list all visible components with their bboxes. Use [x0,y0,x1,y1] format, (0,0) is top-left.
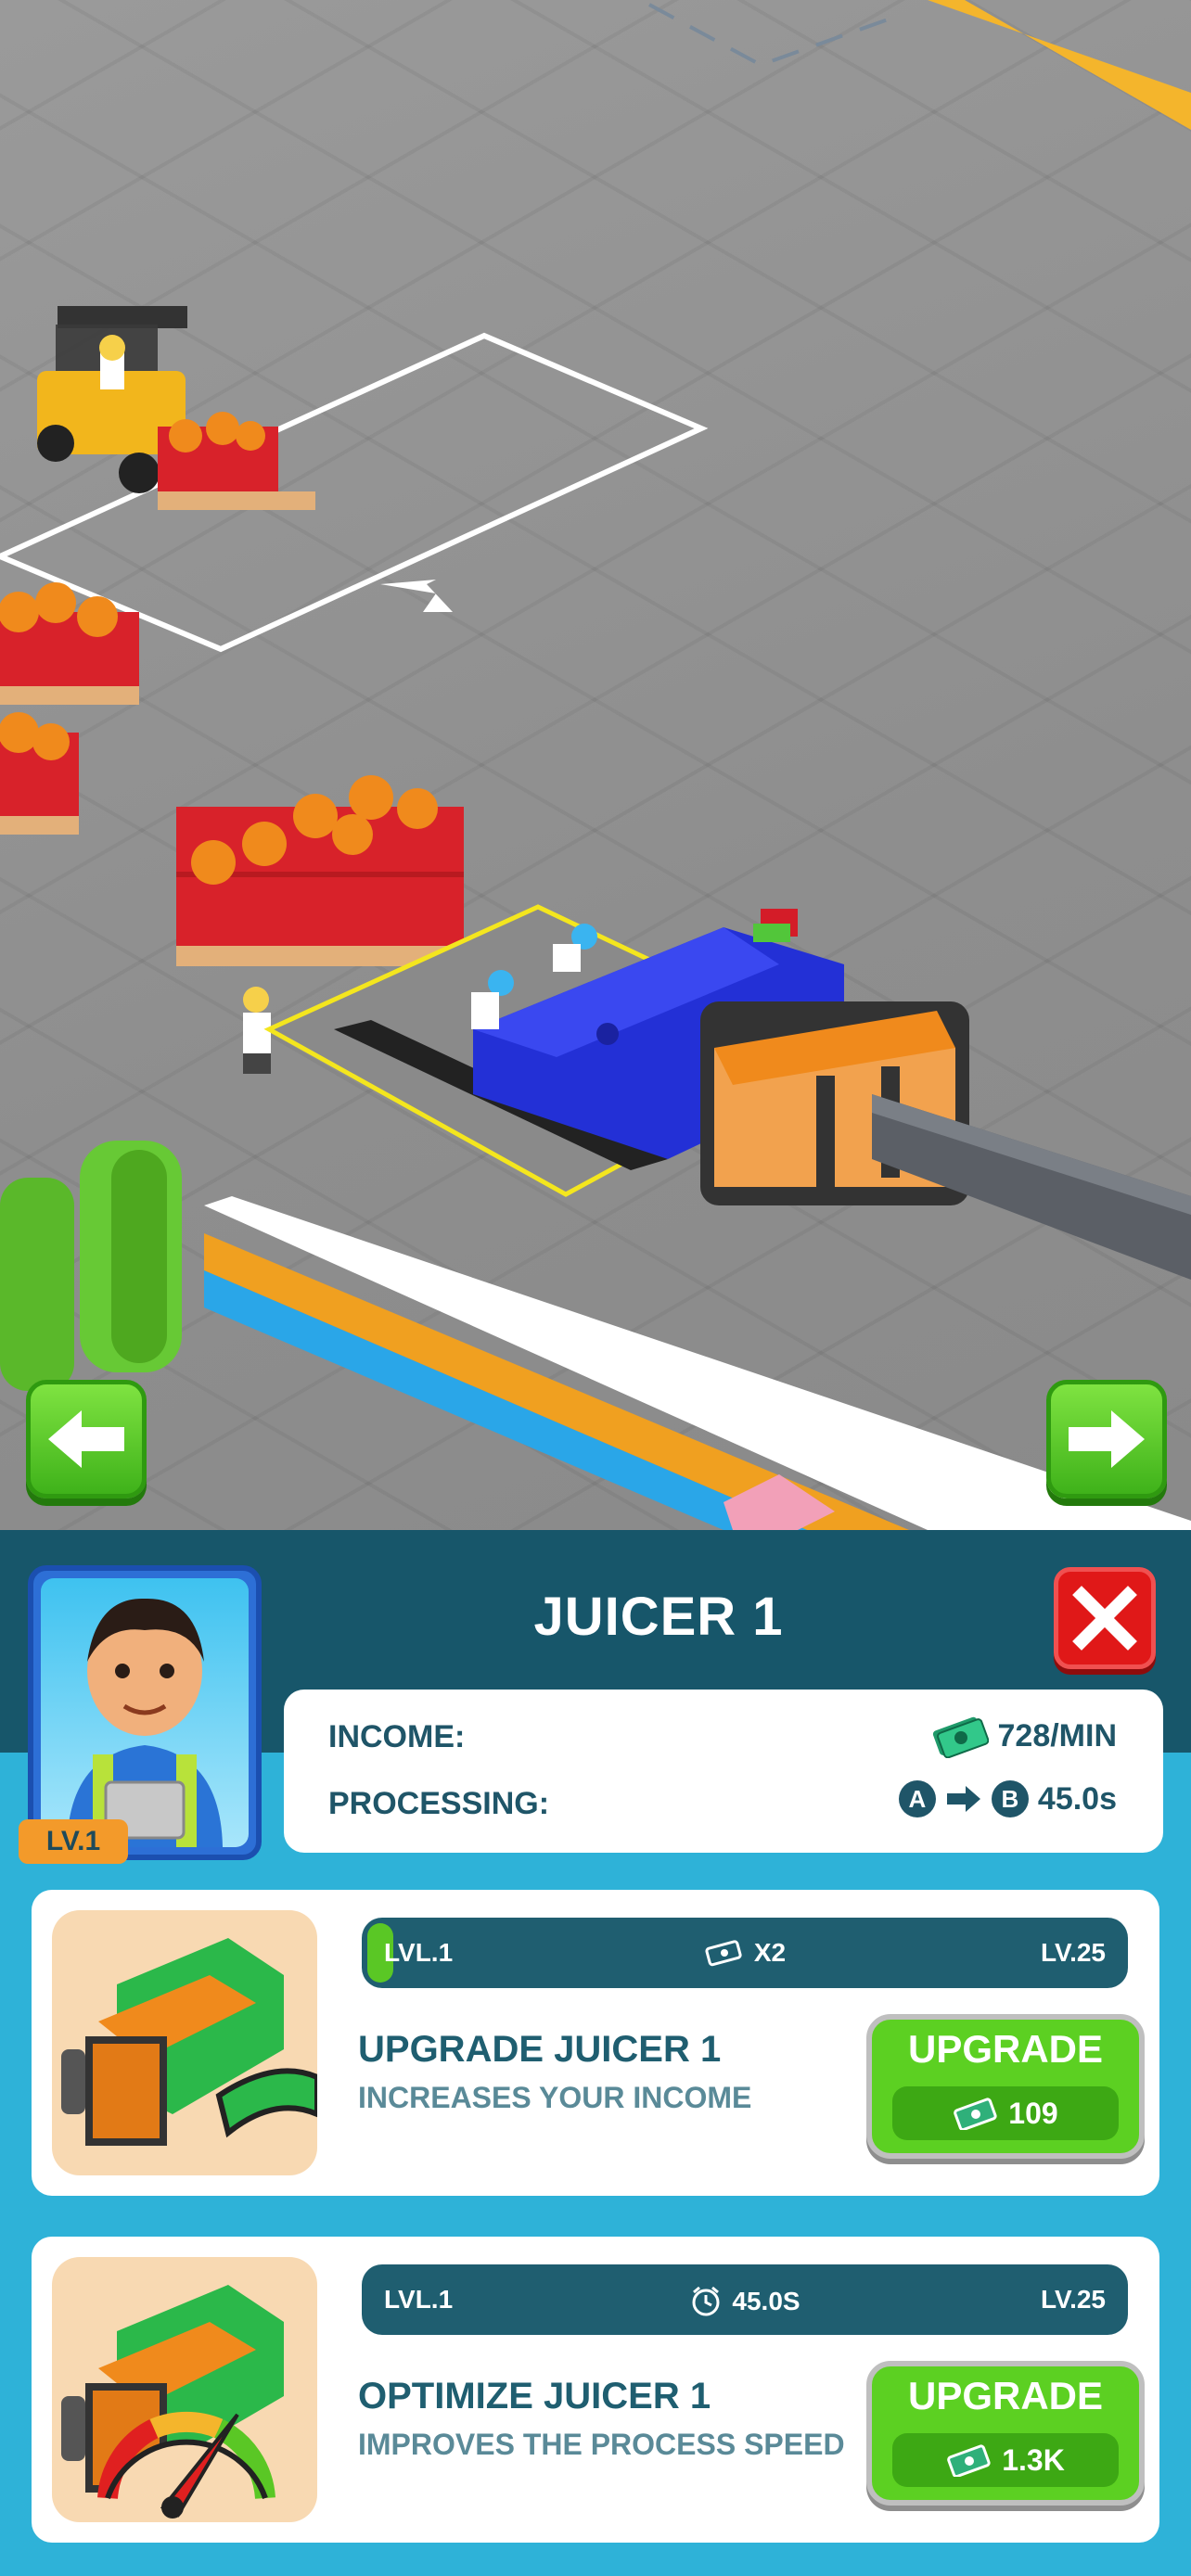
level-progress-bar: LVL.1 X2 LV.25 [362,1918,1128,1988]
arrow-right-icon [946,1786,980,1812]
income-label: INCOME: [328,1719,466,1754]
income-value: 728/MIN [997,1717,1118,1753]
machine-panel: LV.1 JUICER 1 INCOME: 728/MIN PROCESSING… [0,1530,1191,2576]
manager-character [67,1598,223,1847]
effect-value: 45.0S [732,2287,800,2315]
upgrade-card-speed: LVL.1 45.0S LV.25 OPTIMIZE JUICER 1 IMPR… [32,2237,1159,2543]
factory-floor [0,0,1191,1530]
upgrade-title: UPGRADE JUICER 1 [358,2029,722,2070]
processing-time: 45.0s [1037,1780,1117,1817]
level-progress-bar: LVL.1 45.0S LV.25 [362,2264,1128,2335]
effect-value: X2 [753,1938,787,1967]
cost-value: 1.3K [1002,2442,1065,2477]
processing-value-row: A B 45.0s [898,1780,1117,1817]
upgrade-effect: X2 [362,1938,1128,1968]
game-scene[interactable] [0,0,1191,1530]
upgrade-button-label: UPGRADE [907,2027,1104,2071]
arrow-left-icon [48,1410,124,1468]
upgrade-button-label: UPGRADE [907,2374,1104,2417]
orange-crate-stack-left [0,582,139,835]
upgrade-income-button[interactable]: UPGRADE 109 [866,2014,1145,2159]
level-max: LV.25 [1040,2285,1106,2314]
income-value-row: 728/MIN [929,1714,1118,1758]
close-icon [1072,1586,1137,1651]
upgrade-subtitle: INCREASES YOUR INCOME [358,2081,752,2114]
manager-portrait[interactable] [28,1565,262,1860]
panel-title: JUICER 1 [533,1587,784,1647]
next-machine-button[interactable] [1046,1380,1167,1498]
upgrade-cost: 109 [892,2086,1119,2140]
upgrade-subtitle: IMPROVES THE PROCESS SPEED [358,2428,845,2461]
upgrade-cost: 1.3K [892,2433,1119,2487]
level-max: LV.25 [1040,1938,1106,1967]
upgrade-speed-button[interactable]: UPGRADE 1.3K [866,2361,1145,2506]
cash-icon [705,1940,742,1967]
manager-level-badge: LV.1 [19,1819,128,1864]
cost-value: 109 [1008,2096,1058,2130]
processing-label: PROCESSING: [328,1786,550,1821]
output-b-icon: B [991,1780,1029,1817]
close-button[interactable] [1054,1567,1156,1669]
previous-machine-button[interactable] [26,1380,147,1498]
alarm-clock-icon [692,2286,720,2316]
juicer-upgrade-icon [52,1910,317,2175]
stats-box: INCOME: 728/MIN PROCESSING: A B 45.0s [284,1690,1163,1853]
upgrade-effect: 45.0S [362,2285,1128,2318]
orange-crate-stack [176,775,464,966]
cash-icon [947,2444,991,2477]
cash-icon [954,2098,997,2130]
tree-bush [0,1141,182,1391]
arrow-marker [380,580,453,612]
upgrade-title: OPTIMIZE JUICER 1 [358,2376,711,2417]
upgrade-card-income: LVL.1 X2 LV.25 UPGRADE JUICER 1 INCREASE… [32,1890,1159,2196]
arrow-right-icon [1069,1410,1145,1468]
cash-icon [932,1716,989,1758]
input-a-icon: A [898,1780,936,1817]
manager-avatar [41,1578,249,1847]
juicer-speed-icon [52,2257,317,2522]
